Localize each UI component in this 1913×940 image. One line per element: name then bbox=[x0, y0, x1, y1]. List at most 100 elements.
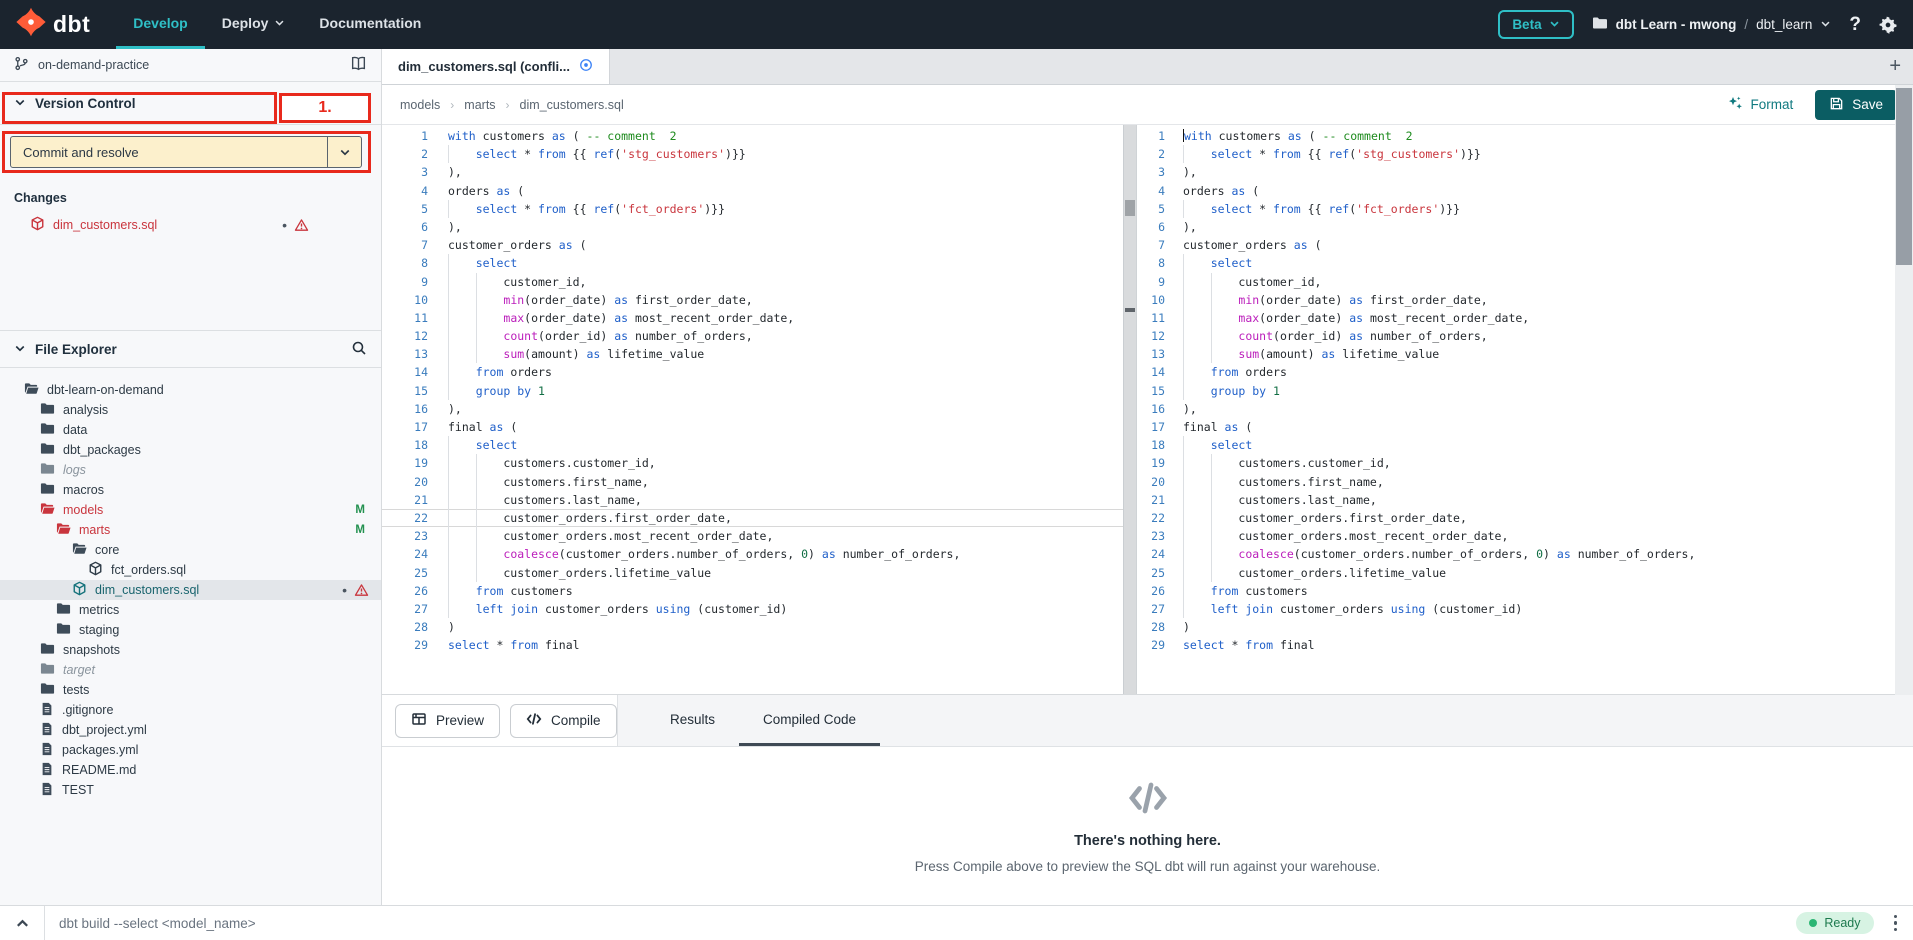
line-number: 15 bbox=[1137, 382, 1177, 400]
save-button[interactable]: Save bbox=[1815, 90, 1897, 120]
file-icon bbox=[40, 722, 54, 739]
code-line: 14 from orders bbox=[382, 363, 1136, 381]
tree-item--gitignore[interactable]: .gitignore bbox=[0, 700, 381, 720]
changes-section: Changes dim_customers.sql• bbox=[0, 175, 381, 330]
nav-item-documentation[interactable]: Documentation bbox=[302, 0, 438, 49]
line-number: 27 bbox=[1137, 600, 1177, 618]
panel-tabs: ResultsCompiled Code bbox=[617, 695, 1913, 746]
tree-item-readme-md[interactable]: README.md bbox=[0, 760, 381, 780]
left-pane-scrollbar[interactable] bbox=[1123, 125, 1136, 694]
command-input[interactable]: dbt build --select <model_name> bbox=[45, 916, 1796, 931]
docs-book-icon[interactable] bbox=[350, 55, 367, 75]
commit-and-resolve-button[interactable]: Commit and resolve bbox=[10, 136, 362, 168]
tree-item-dbt-learn-on-demand[interactable]: dbt-learn-on-demand bbox=[0, 380, 381, 400]
code-line: 10 min(order_date) as first_order_date, bbox=[382, 291, 1136, 309]
line-number: 14 bbox=[1137, 363, 1177, 381]
tree-item-core[interactable]: core bbox=[0, 540, 381, 560]
chevron-down-icon bbox=[1549, 17, 1560, 32]
line-number: 4 bbox=[1137, 182, 1177, 200]
line-number: 8 bbox=[1137, 254, 1177, 272]
code-line: 9 customer_id, bbox=[382, 273, 1136, 291]
line-number: 29 bbox=[382, 636, 444, 654]
right-pane-scrollbar[interactable] bbox=[1895, 85, 1913, 695]
breadcrumb-item-dim-customers-sql[interactable]: dim_customers.sql bbox=[520, 98, 624, 112]
tree-item-label: dbt_packages bbox=[63, 443, 141, 457]
tree-item-dbt-packages[interactable]: dbt_packages bbox=[0, 440, 381, 460]
line-number: 10 bbox=[1137, 291, 1177, 309]
tree-item-metrics[interactable]: metrics bbox=[0, 600, 381, 620]
line-number: 6 bbox=[1137, 218, 1177, 236]
tree-item-label: staging bbox=[79, 623, 119, 637]
code-line: 6), bbox=[382, 218, 1136, 236]
tree-item-tests[interactable]: tests bbox=[0, 680, 381, 700]
tree-item-marts[interactable]: martsM bbox=[0, 520, 381, 540]
tree-item-analysis[interactable]: analysis bbox=[0, 400, 381, 420]
file-icon bbox=[40, 762, 54, 779]
chevron-down-icon bbox=[14, 96, 26, 111]
empty-state-subtitle: Press Compile above to preview the SQL d… bbox=[915, 859, 1381, 874]
code-line: 11 max(order_date) as most_recent_order_… bbox=[1137, 309, 1913, 327]
tree-item-macros[interactable]: macros bbox=[0, 480, 381, 500]
code-line: 23 customer_orders.most_recent_order_dat… bbox=[382, 527, 1136, 545]
line-number: 11 bbox=[382, 309, 444, 327]
line-number: 6 bbox=[382, 218, 444, 236]
tree-item-snapshots[interactable]: snapshots bbox=[0, 640, 381, 660]
code-line: 7customer_orders as ( bbox=[382, 236, 1136, 254]
format-button[interactable]: Format bbox=[1727, 95, 1793, 114]
kebab-menu-icon[interactable] bbox=[1894, 915, 1898, 932]
account-project-selector[interactable]: dbt Learn - mwong / dbt_learn bbox=[1592, 15, 1832, 34]
line-number: 19 bbox=[382, 454, 444, 472]
tree-item-target[interactable]: target bbox=[0, 660, 381, 680]
line-number: 23 bbox=[1137, 527, 1177, 545]
code-editor-left[interactable]: 1with customers as ( -- comment 22 selec… bbox=[382, 125, 1136, 694]
search-icon[interactable] bbox=[351, 340, 367, 359]
tree-item-label: fct_orders.sql bbox=[111, 563, 186, 577]
dbt-logo[interactable]: dbt bbox=[0, 0, 116, 49]
account-name: dbt Learn - mwong bbox=[1616, 17, 1737, 32]
nav-item-develop[interactable]: Develop bbox=[116, 0, 204, 49]
tree-item-models[interactable]: modelsM bbox=[0, 500, 381, 520]
tab-results[interactable]: Results bbox=[646, 695, 739, 746]
new-tab-icon[interactable]: + bbox=[1889, 49, 1901, 84]
bottom-panel: Preview Compile ResultsCompiled Code The… bbox=[382, 695, 1913, 905]
conflict-warning-icon bbox=[354, 583, 369, 597]
code-line: 19 customers.customer_id, bbox=[1137, 454, 1913, 472]
tree-item-fct-orders-sql[interactable]: fct_orders.sql bbox=[0, 560, 381, 580]
folder-open-icon bbox=[56, 521, 71, 539]
version-control-header[interactable]: Version Control bbox=[0, 82, 381, 125]
tree-item-test[interactable]: TEST bbox=[0, 780, 381, 800]
preview-button[interactable]: Preview bbox=[395, 704, 500, 738]
tab-dim-customers[interactable]: dim_customers.sql (confli... bbox=[382, 49, 610, 84]
code-line: 21 customers.last_name, bbox=[382, 491, 1136, 509]
code-line: 29select * from final bbox=[382, 636, 1136, 654]
line-number: 28 bbox=[1137, 618, 1177, 636]
changed-file-row[interactable]: dim_customers.sql• bbox=[0, 215, 381, 235]
tab-compiled-code[interactable]: Compiled Code bbox=[739, 695, 880, 746]
tree-item-logs[interactable]: logs bbox=[0, 460, 381, 480]
folder-icon bbox=[1592, 15, 1608, 34]
line-number: 20 bbox=[382, 473, 444, 491]
file-explorer-header[interactable]: File Explorer bbox=[0, 330, 381, 368]
beta-toggle[interactable]: Beta bbox=[1498, 10, 1573, 39]
code-editor-right[interactable]: 1with customers as ( -- comment 22 selec… bbox=[1136, 125, 1913, 694]
table-icon bbox=[411, 711, 427, 730]
compile-button[interactable]: Compile bbox=[510, 704, 617, 738]
tree-item-packages-yml[interactable]: packages.yml bbox=[0, 740, 381, 760]
chevron-up-icon[interactable] bbox=[0, 916, 44, 931]
code-line: 5 select * from {{ ref('fct_orders')}} bbox=[382, 200, 1136, 218]
tree-item-data[interactable]: data bbox=[0, 420, 381, 440]
tree-item-label: README.md bbox=[62, 763, 136, 777]
tree-item-staging[interactable]: staging bbox=[0, 620, 381, 640]
line-number: 1 bbox=[382, 127, 444, 145]
commit-options-dropdown[interactable] bbox=[327, 137, 361, 167]
gear-icon[interactable] bbox=[1879, 16, 1897, 34]
breadcrumb-item-marts[interactable]: marts bbox=[464, 98, 495, 112]
format-label: Format bbox=[1750, 97, 1793, 112]
project-name: dbt_learn bbox=[1756, 17, 1812, 32]
tree-item-dim-customers-sql[interactable]: dim_customers.sql• bbox=[0, 580, 381, 600]
breadcrumb-item-models[interactable]: models bbox=[400, 98, 440, 112]
help-icon[interactable]: ? bbox=[1849, 14, 1861, 36]
nav-item-deploy[interactable]: Deploy bbox=[205, 0, 303, 49]
git-branch-row[interactable]: on-demand-practice bbox=[0, 49, 381, 82]
tree-item-dbt-project-yml[interactable]: dbt_project.yml bbox=[0, 720, 381, 740]
